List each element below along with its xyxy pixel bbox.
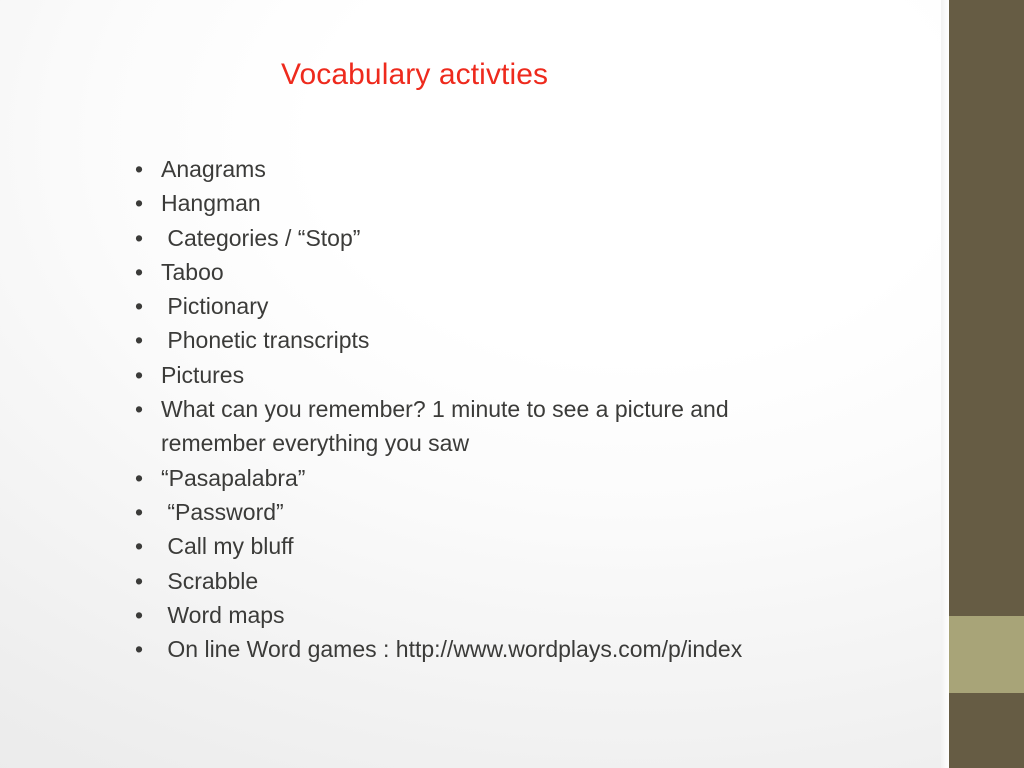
- list-item-label: Word maps: [161, 601, 285, 628]
- slide-right-gutter: [941, 0, 949, 768]
- bullet-icon: •: [135, 396, 144, 423]
- presentation-slide: Vocabulary activties • Anagrams • Hangman • …: [0, 0, 1024, 768]
- bullet-icon: •: [135, 498, 144, 525]
- list-item-label: Anagrams: [161, 156, 266, 182]
- list-item: • Phonetic transcripts: [128, 323, 828, 357]
- list-item: • Categories / “Stop”: [128, 221, 828, 255]
- bullet-icon: •: [135, 361, 144, 388]
- bullet-icon: •: [135, 258, 144, 285]
- list-item: • Call my bluff: [128, 529, 828, 563]
- list-item-label: Call my bluff: [161, 533, 294, 560]
- bullet-icon: •: [135, 190, 144, 217]
- list-item: • Anagrams: [128, 152, 828, 186]
- list-item: • “Password”: [128, 495, 828, 529]
- list-item-label: Hangman: [161, 190, 261, 217]
- list-item-label: Pictures: [161, 361, 245, 388]
- bullet-icon: •: [135, 567, 144, 594]
- list-item: • Pictures: [128, 358, 828, 392]
- list-item-label: On line Word games : http://www.wordplay…: [161, 636, 743, 663]
- bullet-icon: •: [135, 601, 144, 628]
- slide-title: Vocabulary activties: [281, 58, 549, 91]
- list-item-label: Phonetic transcripts: [161, 327, 370, 354]
- list-item: • Taboo: [128, 255, 828, 289]
- slide-bullet-list: • Anagrams • Hangman • Categories / “Stop” • T…: [128, 152, 828, 666]
- list-item-label: Taboo: [161, 258, 224, 285]
- bullet-icon: •: [135, 327, 144, 354]
- slide-accent-band: [949, 616, 1024, 693]
- list-item-label: Categories / “Stop”: [161, 224, 361, 251]
- list-item: • Pictionary: [128, 289, 828, 323]
- list-item: • Scrabble: [128, 564, 828, 598]
- bullet-icon: •: [135, 293, 144, 320]
- bullet-icon: •: [135, 156, 144, 182]
- list-item: • Word maps: [128, 598, 828, 632]
- list-item: • Hangman: [128, 186, 828, 220]
- list-item: • On line Word games : http://www.wordpl…: [128, 632, 828, 666]
- list-item-label: What can you remember? 1 minute to see a…: [161, 396, 736, 457]
- list-item: • “Pasapalabra”: [128, 461, 828, 495]
- list-item-label: “Pasapalabra”: [161, 464, 306, 491]
- list-item-label: Scrabble: [161, 567, 259, 594]
- bullet-icon: •: [135, 533, 144, 560]
- bullet-icon: •: [135, 636, 144, 663]
- bullet-icon: •: [135, 464, 144, 491]
- list-item-label: Pictionary: [161, 293, 269, 320]
- bullet-icon: •: [135, 224, 144, 251]
- list-item: • What can you remember? 1 minute to see …: [128, 392, 828, 461]
- list-item-label: “Password”: [161, 498, 284, 525]
